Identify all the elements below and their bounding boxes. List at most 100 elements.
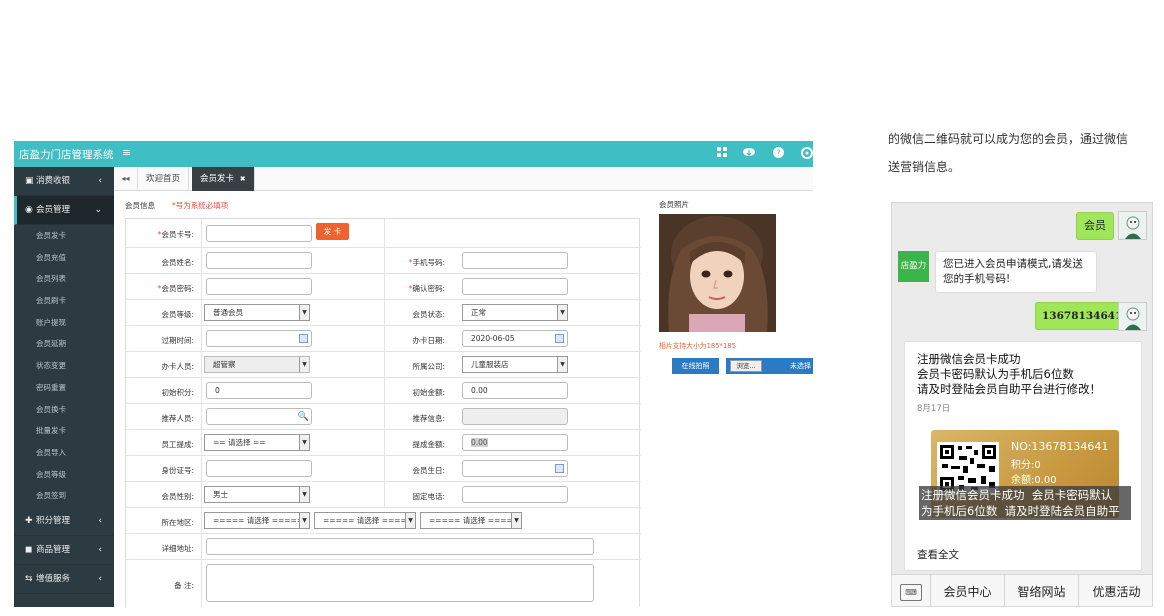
province-select[interactable]: ===== 请选择 ===== ▼ [204, 512, 310, 529]
sidebar-item-checkin[interactable]: 会员签到 [14, 485, 114, 507]
sidebar-group-value-added[interactable]: ⇆ 增值服务 ‹ [14, 565, 114, 594]
sidebar-item-swipe-card[interactable]: 会员刷卡 [14, 290, 114, 312]
tab-welcome-home[interactable]: 欢迎首页 [138, 167, 190, 191]
sidebar-item-replace-card[interactable]: 会员换卡 [14, 399, 114, 421]
issue-date-input[interactable]: 2020-06-05 [462, 330, 568, 347]
tab-close-icon[interactable]: ✖ [240, 175, 246, 183]
region-label: 所在地区: [161, 518, 194, 527]
member-form: *会员卡号: 发 卡 会员姓名: *手机号码: *会员密码: *确认密码: 会员… [125, 218, 641, 607]
cloud-download-icon[interactable] [743, 147, 755, 159]
sidebar-item-import[interactable]: 会员导入 [14, 442, 114, 464]
cashier-icon: ▣ [25, 176, 34, 186]
company-select[interactable]: 儿童服装店 ▼ [462, 356, 568, 373]
init-points-input[interactable]: 0 [206, 382, 312, 399]
tab-bar: ◂◂ 欢迎首页 会员发卡 ✖ [114, 167, 813, 191]
card-message[interactable]: 注册微信会员卡成功 会员卡密码默认为手机后6位数 请及时登陆会员自助平台进行修改… [904, 341, 1142, 571]
phone-input[interactable] [462, 252, 568, 269]
birthday-input[interactable] [462, 460, 568, 477]
tel-input[interactable] [462, 486, 568, 503]
confirm-password-input[interactable] [462, 278, 568, 295]
status-select[interactable]: 正常 ▼ [462, 304, 568, 321]
expire-date-input[interactable] [206, 330, 312, 347]
referrer-label: 推荐人员: [161, 414, 194, 423]
district-select[interactable]: ===== 请选择 ===== ▼ [420, 512, 522, 529]
sidebar-item-status-change[interactable]: 状态变更 [14, 355, 114, 377]
commission-select[interactable]: == 请选择 == ▼ [204, 434, 310, 451]
gender-label: 会员性别: [161, 492, 194, 501]
sidebar-item-password-reset[interactable]: 密码重置 [14, 377, 114, 399]
help-icon[interactable]: ? [772, 147, 784, 159]
user-avatar [1118, 211, 1147, 240]
chevron-down-icon: ▼ [557, 357, 567, 372]
id-number-input[interactable] [206, 460, 312, 477]
chat-bubble-user: 会员 [1076, 212, 1114, 240]
article-text-line: 送营销信息。 [888, 160, 961, 174]
tab-issue-card[interactable]: 会员发卡 ✖ [192, 167, 255, 191]
form-row: *会员密码: *确认密码: [126, 274, 641, 300]
goods-icon: ◼ [25, 544, 33, 555]
sidebar-group-points[interactable]: ✚ 积分管理 ‹ [14, 507, 114, 536]
sidebar-item-issue-card[interactable]: 会员发卡 [14, 225, 114, 247]
phone-label: *手机号码: [408, 258, 445, 267]
chevron-down-icon: ▼ [299, 435, 309, 450]
sidebar-item-batch-issue[interactable]: 批量发卡 [14, 420, 114, 442]
form-row: 办卡人员: 超管察 ▼ 所属公司: 儿童服装店 ▼ [126, 352, 641, 378]
shop-avatar: 店盈力 [898, 251, 929, 282]
chevron-left-icon: ‹ [98, 544, 102, 555]
card-message-date: 8月17日 [917, 404, 951, 414]
chevron-down-icon: ▼ [405, 513, 415, 528]
photo-size-hint: 相片支持大小为185*185 [659, 342, 736, 350]
gender-select[interactable]: 男士 ▼ [204, 486, 310, 503]
tel-label: 固定电话: [412, 492, 445, 501]
address-input[interactable] [206, 538, 594, 555]
expire-label: 过期时间: [161, 336, 194, 345]
card-balance: 余额:0.00 [1011, 475, 1057, 486]
wechat-phone-mockup: 会员 店盈力 您已进入会员申请模式,请发送 您的手机号码! 1367813464… [891, 202, 1153, 607]
card-message-title: 注册微信会员卡成功 会员卡密码默认为手机后6位数 请及时登陆会员自助平台进行修改… [917, 352, 1101, 396]
level-select[interactable]: 普通会员 ▼ [204, 304, 310, 321]
calendar-icon [555, 464, 564, 473]
keyboard-icon[interactable]: ⌨ [900, 584, 922, 601]
sidebar-item-member-list[interactable]: 会员列表 [14, 268, 114, 290]
sidebar-item-extend[interactable]: 会员延期 [14, 333, 114, 355]
settings-icon[interactable] [801, 147, 813, 159]
sidebar-group-label: 会员管理 [36, 205, 71, 215]
password-input[interactable] [206, 278, 312, 295]
commission-label: 员工提成: [161, 440, 194, 449]
name-input[interactable] [206, 252, 312, 269]
company-label: 所属公司: [412, 362, 445, 371]
tab-scroll-back-icon[interactable]: ◂◂ [114, 167, 138, 191]
photo-label: 会员照片 [659, 200, 689, 209]
sidebar-item-level[interactable]: 会员等级 [14, 464, 114, 486]
required-note: *号为系统必填项 [172, 201, 229, 210]
sidebar-group-goods[interactable]: ◼ 商品管理 ‹ [14, 536, 114, 565]
sidebar-group-label: 增值服务 [36, 573, 71, 584]
name-label: 会员姓名: [161, 258, 194, 267]
online-photo-button[interactable]: 在线拍照 [672, 358, 719, 374]
confirm-password-label: *确认密码: [408, 284, 445, 293]
grid-icon[interactable] [716, 147, 728, 159]
article-text-line: 的微信二维码就可以成为您的会员，通过微信 [888, 132, 1129, 146]
sidebar-item-withdraw[interactable]: 账户提现 [14, 312, 114, 334]
issue-card-button[interactable]: 发 卡 [316, 223, 349, 240]
card-points: 积分:0 [1011, 460, 1041, 471]
init-amount-input[interactable]: 0.00 [462, 382, 568, 399]
form-row: *会员卡号: 发 卡 [126, 219, 641, 248]
menu-website[interactable]: 智络网站 [1004, 575, 1078, 606]
commission-amount-input[interactable]: 0.00 [462, 434, 568, 451]
sidebar: ▣ 消费收银 ‹ ◉ 会员管理 ⌄ 会员发卡 会员充值 会员列表 会员刷卡 账户… [14, 167, 114, 607]
sidebar-group-member[interactable]: ◉ 会员管理 ⌄ [14, 196, 114, 225]
remark-textarea[interactable] [206, 564, 594, 602]
browse-button[interactable]: 浏览... [730, 360, 762, 372]
points-icon: ✚ [25, 515, 33, 526]
sidebar-group-cashier[interactable]: ▣ 消费收银 ‹ [14, 167, 114, 196]
referrer-input[interactable]: 🔍 [206, 408, 312, 425]
menu-toggle-icon[interactable]: ≡ [122, 146, 131, 159]
menu-member-center[interactable]: 会员中心 [930, 575, 1004, 606]
sidebar-item-recharge[interactable]: 会员充值 [14, 247, 114, 269]
view-full-text-link[interactable]: 查看全文 [917, 547, 959, 562]
city-select[interactable]: ===== 请选择 ===== ▼ [314, 512, 416, 529]
chevron-down-icon: ▼ [299, 305, 309, 320]
menu-promotions[interactable]: 优惠活动 [1078, 575, 1152, 606]
card-no-input[interactable] [206, 225, 312, 242]
